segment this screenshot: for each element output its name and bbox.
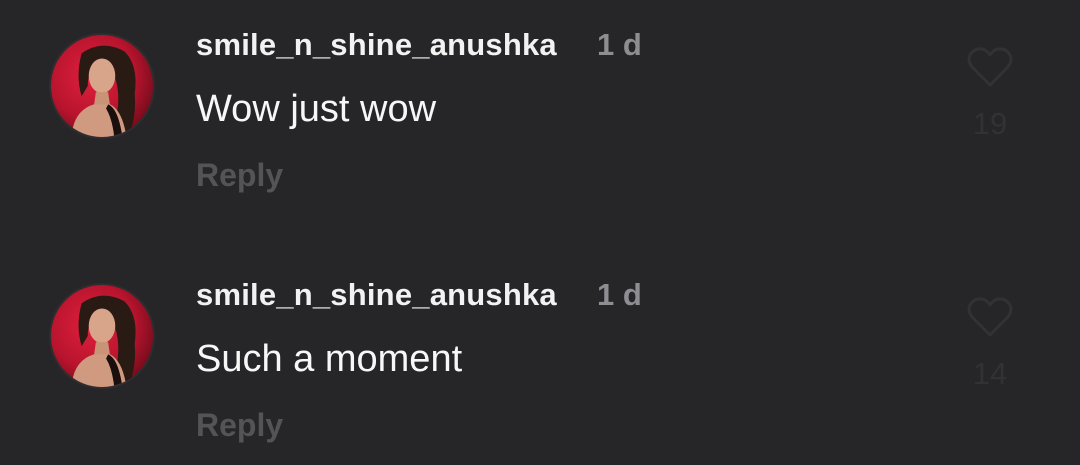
comment-time: 1 d [597, 27, 642, 62]
reply-button[interactable]: Reply [196, 407, 283, 444]
username[interactable]: smile_n_shine_anushka [196, 277, 557, 313]
avatar[interactable] [49, 33, 155, 139]
heart-outline-icon[interactable] [965, 45, 1015, 89]
profile-avatar-image [51, 285, 153, 387]
comment-text: Such a moment [196, 338, 463, 380]
like-count: 14 [972, 356, 1008, 391]
like-count: 19 [972, 106, 1008, 141]
comment-item: smile_n_shine_anushka 1 d Such a moment … [0, 250, 1080, 450]
comments-list: smile_n_shine_anushka 1 d Wow just wow R… [0, 0, 1080, 465]
comment-time: 1 d [597, 277, 642, 312]
heart-outline-icon[interactable] [965, 295, 1015, 339]
comment-text: Wow just wow [196, 88, 437, 130]
profile-avatar-image [51, 35, 153, 137]
username[interactable]: smile_n_shine_anushka [196, 27, 557, 63]
avatar[interactable] [49, 283, 155, 389]
reply-button[interactable]: Reply [196, 157, 283, 194]
comment-item: smile_n_shine_anushka 1 d Wow just wow R… [0, 0, 1080, 200]
